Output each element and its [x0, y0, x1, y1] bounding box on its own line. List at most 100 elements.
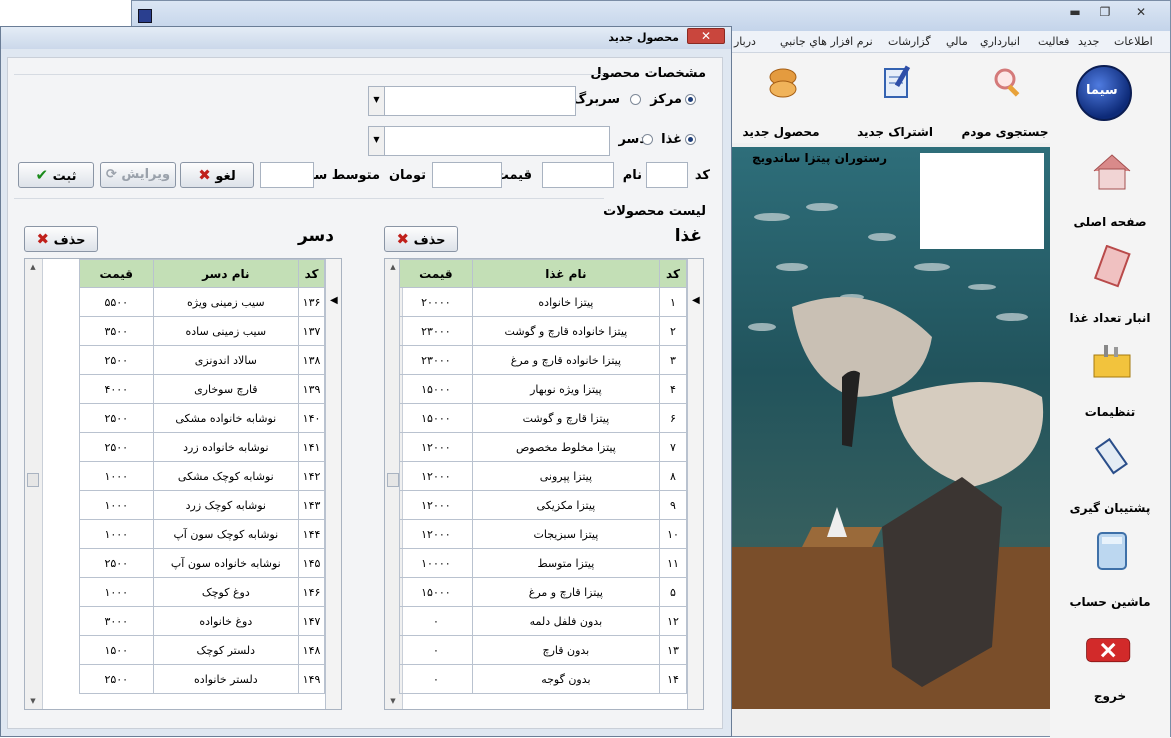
- name-cell[interactable]: پیتزا متوسط: [471, 548, 660, 578]
- price-cell[interactable]: ۰: [399, 664, 473, 694]
- column-header[interactable]: قیمت: [399, 259, 473, 288]
- table-row[interactable]: ۴ پیتزا ویژه نوبهار ۱۵۰۰۰: [399, 374, 688, 404]
- radio-dessert[interactable]: [642, 134, 653, 145]
- name-cell[interactable]: پیتزا مخلوط مخصوص: [471, 432, 660, 462]
- code-cell[interactable]: ۹: [658, 490, 688, 520]
- table-row[interactable]: ۵ پیتزا قارچ و مرغ ۱۵۰۰۰: [399, 577, 688, 607]
- menu-item-reports[interactable]: گزارشات: [888, 35, 931, 48]
- price-cell[interactable]: ۱۰۰۰: [79, 461, 154, 491]
- table-row[interactable]: ۱۴۹ دلستر خانواده ۲۵۰۰: [79, 664, 325, 694]
- name-cell[interactable]: بدون فلفل دلمه: [471, 606, 660, 636]
- delete-food-button[interactable]: حذف ✖: [384, 226, 458, 252]
- name-cell[interactable]: نوشابه خانواده مشکی: [152, 403, 300, 433]
- table-row[interactable]: ۱۱ پیتزا متوسط ۱۰۰۰۰: [399, 548, 688, 578]
- code-cell[interactable]: ۷: [658, 432, 688, 462]
- column-header[interactable]: نام غذا: [471, 259, 660, 288]
- name-cell[interactable]: سیب زمینی ساده: [152, 316, 300, 346]
- price-cell[interactable]: ۲۵۰۰: [79, 664, 154, 694]
- price-cell[interactable]: ۱۲۰۰۰: [399, 461, 473, 491]
- price-cell[interactable]: ۴۰۰۰: [79, 374, 154, 404]
- price-cell[interactable]: ۲۵۰۰: [79, 432, 154, 462]
- code-cell[interactable]: ۱: [658, 287, 688, 317]
- table-row[interactable]: ۶ پیتزا قارچ و گوشت ۱۵۰۰۰: [399, 403, 688, 433]
- name-cell[interactable]: دلستر کوچک: [152, 635, 300, 665]
- menu-item-warehouse[interactable]: انبارداري: [980, 35, 1020, 48]
- name-cell[interactable]: پیتزا خانواده: [471, 287, 660, 317]
- name-cell[interactable]: سالاد اندونزی: [152, 345, 300, 375]
- dessert-scrollbar[interactable]: ▲ ▼: [25, 259, 43, 709]
- price-cell[interactable]: ۲۳۰۰۰: [399, 316, 473, 346]
- sidebar-backup-button[interactable]: پشتیبان گیری: [1050, 429, 1170, 519]
- delete-dessert-button[interactable]: حذف ✖: [24, 226, 98, 252]
- name-cell[interactable]: پیتزا سبزیجات: [471, 519, 660, 549]
- toolbar-new-subscription-button[interactable]: اشتراک جدید: [840, 63, 950, 139]
- close-button[interactable]: ✕: [1128, 4, 1154, 22]
- code-cell[interactable]: ۱۴۳: [298, 490, 325, 520]
- name-cell[interactable]: دوغ کوچک: [152, 577, 300, 607]
- code-cell[interactable]: ۱۲: [658, 606, 688, 636]
- code-cell[interactable]: ۱۴۹: [298, 664, 325, 694]
- sidebar-settings-button[interactable]: تنظیمات: [1050, 333, 1170, 423]
- name-cell[interactable]: دوغ خانواده: [152, 606, 300, 636]
- price-cell[interactable]: ۱۰۰۰: [79, 519, 154, 549]
- table-row[interactable]: ۱۳۸ سالاد اندونزی ۲۵۰۰: [79, 345, 325, 375]
- table-row[interactable]: ۱۴۶ دوغ کوچک ۱۰۰۰: [79, 577, 325, 607]
- column-header[interactable]: کد: [298, 259, 325, 288]
- sidebar-calculator-button[interactable]: ماشین حساب: [1050, 523, 1170, 613]
- code-cell[interactable]: ۱۳: [658, 635, 688, 665]
- code-cell[interactable]: ۳: [658, 345, 688, 375]
- code-cell[interactable]: ۵: [658, 577, 688, 607]
- code-cell[interactable]: ۱۳۷: [298, 316, 325, 346]
- code-cell[interactable]: ۱۳۸: [298, 345, 325, 375]
- table-row[interactable]: ۱۰ پیتزا سبزیجات ۱۲۰۰۰: [399, 519, 688, 549]
- price-cell[interactable]: ۱۲۰۰۰: [399, 519, 473, 549]
- code-cell[interactable]: ۱۱: [658, 548, 688, 578]
- name-cell[interactable]: پیتزا مکزیکی: [471, 490, 660, 520]
- category-combo[interactable]: ▼: [368, 126, 610, 156]
- code-field[interactable]: [646, 162, 688, 188]
- menu-item-about[interactable]: دربار: [734, 35, 756, 48]
- submit-button[interactable]: ثبت ✔: [18, 162, 94, 188]
- sidebar-food-stock-button[interactable]: انبار تعداد غذا: [1050, 239, 1170, 329]
- price-cell[interactable]: ۵۵۰۰: [79, 287, 154, 317]
- price-cell[interactable]: ۰: [399, 606, 473, 636]
- name-field[interactable]: [542, 162, 614, 188]
- price-cell[interactable]: ۰: [399, 635, 473, 665]
- table-row[interactable]: ۱۴۷ دوغ خانواده ۳۰۰۰: [79, 606, 325, 636]
- table-row[interactable]: ۷ پیتزا مخلوط مخصوص ۱۲۰۰۰: [399, 432, 688, 462]
- menu-item-new[interactable]: جدید: [1078, 35, 1099, 48]
- menu-item-activity[interactable]: فعالیت: [1038, 35, 1069, 48]
- table-row[interactable]: ۲ پیتزا خانواده قارچ و گوشت ۲۳۰۰۰: [399, 316, 688, 346]
- name-cell[interactable]: پیتزا قارچ و مرغ: [471, 577, 660, 607]
- chevron-down-icon[interactable]: ▼: [369, 87, 385, 115]
- table-row[interactable]: ۱۴۲ نوشابه کوچک مشکی ۱۰۰۰: [79, 461, 325, 491]
- table-row[interactable]: ۱۴۰ نوشابه خانواده مشکی ۲۵۰۰: [79, 403, 325, 433]
- code-cell[interactable]: ۱۴۷: [298, 606, 325, 636]
- name-cell[interactable]: بدون گوجه: [471, 664, 660, 694]
- name-cell[interactable]: بدون قارچ: [471, 635, 660, 665]
- name-cell[interactable]: نوشابه خانواده زرد: [152, 432, 300, 462]
- code-cell[interactable]: ۱۴: [658, 664, 688, 694]
- table-row[interactable]: ۹ پیتزا مکزیکی ۱۲۰۰۰: [399, 490, 688, 520]
- dialog-close-button[interactable]: ✕: [687, 28, 725, 44]
- code-cell[interactable]: ۸: [658, 461, 688, 491]
- table-row[interactable]: ۱۳ بدون قارچ ۰: [399, 635, 688, 665]
- menu-item-info[interactable]: اطلاعات: [1114, 35, 1153, 48]
- price-cell[interactable]: ۱۰۰۰: [79, 577, 154, 607]
- table-row[interactable]: ۱ پیتزا خانواده ۲۰۰۰۰: [399, 287, 688, 317]
- column-header[interactable]: کد: [658, 259, 688, 288]
- name-cell[interactable]: پیتزا ویژه نوبهار: [471, 374, 660, 404]
- name-cell[interactable]: پیتزا خانواده قارچ و گوشت: [471, 316, 660, 346]
- code-cell[interactable]: ۲: [658, 316, 688, 346]
- table-row[interactable]: ۸ پیتزا پپرونی ۱۲۰۰۰: [399, 461, 688, 491]
- radio-food[interactable]: [685, 134, 696, 145]
- price-cell[interactable]: ۱۵۰۰۰: [399, 577, 473, 607]
- table-row[interactable]: ۱۴۱ نوشابه خانواده زرد ۲۵۰۰: [79, 432, 325, 462]
- maximize-button[interactable]: ❐: [1092, 4, 1118, 22]
- table-row[interactable]: ۱۴ بدون گوجه ۰: [399, 664, 688, 694]
- price-cell[interactable]: ۲۵۰۰: [79, 345, 154, 375]
- price-cell[interactable]: ۲۰۰۰۰: [399, 287, 473, 317]
- price-cell[interactable]: ۲۳۰۰۰: [399, 345, 473, 375]
- menu-item-finance[interactable]: مالي: [946, 35, 968, 48]
- radio-branch[interactable]: [630, 94, 641, 105]
